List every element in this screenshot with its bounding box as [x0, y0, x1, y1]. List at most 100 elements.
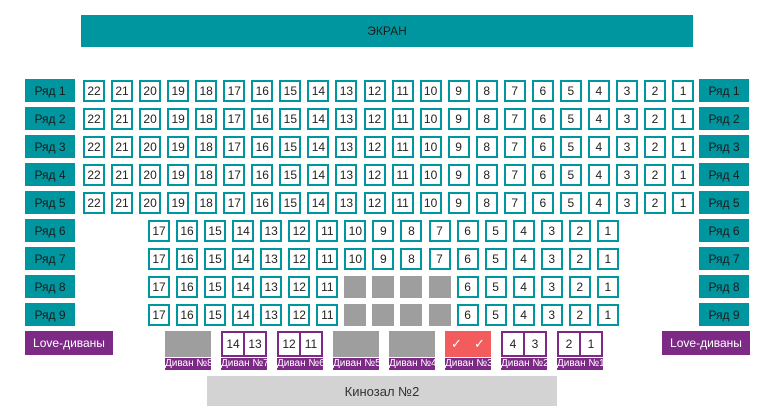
seat[interactable]: 13	[260, 220, 283, 242]
seat[interactable]: 6	[531, 136, 554, 158]
seat[interactable]: 22	[83, 192, 105, 214]
seat[interactable]: 8	[475, 164, 498, 186]
love-sofa[interactable]: 43	[501, 331, 547, 357]
seat[interactable]: 18	[195, 136, 218, 158]
seat[interactable]: 13	[335, 108, 358, 130]
seat[interactable]: 18	[195, 192, 218, 214]
seat[interactable]: 1	[672, 136, 695, 158]
seat[interactable]: 3	[615, 80, 638, 102]
seat[interactable]: 12	[363, 164, 386, 186]
seat[interactable]: 7	[503, 80, 526, 102]
seat[interactable]: 3	[615, 164, 638, 186]
seat[interactable]: 11	[391, 164, 414, 186]
seat[interactable]: 21	[111, 192, 134, 214]
seat[interactable]: 21	[111, 108, 134, 130]
seat[interactable]: 16	[251, 192, 274, 214]
seat[interactable]: 4	[512, 248, 535, 270]
seat[interactable]: 4	[587, 192, 610, 214]
love-sofa[interactable]: 12 11	[277, 331, 323, 357]
seat[interactable]: 3	[615, 136, 638, 158]
seat[interactable]: 11	[316, 276, 339, 298]
seat[interactable]: 2	[644, 136, 666, 158]
seat[interactable]: 20	[139, 164, 162, 186]
seat[interactable]: 2	[644, 164, 666, 186]
seat[interactable]: 16	[251, 80, 274, 102]
seat[interactable]: 1	[596, 276, 619, 298]
seat[interactable]: 15	[279, 80, 302, 102]
seat[interactable]: 9	[447, 192, 470, 214]
seat[interactable]: 9	[447, 136, 470, 158]
seat[interactable]: 16	[176, 220, 199, 242]
seat[interactable]: 11	[316, 248, 339, 270]
seat[interactable]: 10	[419, 164, 442, 186]
seat[interactable]: 2	[568, 304, 591, 326]
seat[interactable]: 16	[176, 276, 199, 298]
seat[interactable]: 12	[288, 276, 311, 298]
seat[interactable]: 9	[447, 80, 470, 102]
seat[interactable]: 7	[428, 220, 451, 242]
seat[interactable]: 15	[204, 220, 227, 242]
seat[interactable]: 14	[232, 276, 255, 298]
seat[interactable]: 13	[260, 248, 283, 270]
seat[interactable]: 19	[167, 80, 190, 102]
seat[interactable]: 17	[148, 276, 170, 298]
seat[interactable]: 7	[428, 248, 451, 270]
seat[interactable]: 13	[335, 136, 358, 158]
seat[interactable]: 10	[419, 80, 442, 102]
seat[interactable]: 13	[260, 304, 283, 326]
seat[interactable]: 21	[111, 136, 134, 158]
seat[interactable]: 14	[232, 304, 255, 326]
seat[interactable]: 5	[559, 164, 582, 186]
seat[interactable]: 5	[559, 192, 582, 214]
seat[interactable]: 1	[596, 304, 619, 326]
seat[interactable]: 9	[447, 108, 470, 130]
seat[interactable]: 12	[288, 248, 311, 270]
seat[interactable]: 8	[475, 136, 498, 158]
seat[interactable]: 15	[279, 164, 302, 186]
seat[interactable]: 3	[540, 304, 563, 326]
seat[interactable]: 3	[615, 108, 638, 130]
seat[interactable]: 12	[363, 192, 386, 214]
seat[interactable]: 5	[484, 304, 507, 326]
seat[interactable]: 10	[419, 108, 442, 130]
seat[interactable]: 12	[363, 108, 386, 130]
seat[interactable]: 7	[503, 164, 526, 186]
seat[interactable]: 16	[251, 164, 274, 186]
seat[interactable]: 14	[232, 220, 255, 242]
seat[interactable]: 12	[288, 304, 311, 326]
seat[interactable]: 8	[475, 108, 498, 130]
seat[interactable]: 10	[344, 248, 367, 270]
seat[interactable]: 15	[279, 108, 302, 130]
seat[interactable]: 14	[307, 108, 330, 130]
seat[interactable]: 6	[531, 108, 554, 130]
seat[interactable]: 17	[223, 136, 246, 158]
seat[interactable]: 19	[167, 164, 190, 186]
seat[interactable]: 7	[503, 108, 526, 130]
seat[interactable]: 4	[512, 276, 535, 298]
love-sofa[interactable]: ✓ ✓	[445, 331, 491, 357]
love-sofa[interactable]: 14 13	[221, 331, 267, 357]
seat[interactable]: 9	[447, 164, 470, 186]
seat[interactable]: 15	[204, 276, 227, 298]
seat[interactable]: 15	[204, 248, 227, 270]
seat[interactable]: 12	[363, 136, 386, 158]
seat[interactable]: 4	[587, 80, 610, 102]
seat[interactable]: 17	[148, 248, 170, 270]
seat[interactable]: 10	[344, 220, 367, 242]
seat[interactable]: 4	[587, 136, 610, 158]
seat[interactable]: 16	[176, 304, 199, 326]
seat[interactable]: 1	[672, 164, 695, 186]
seat[interactable]: 17	[223, 192, 246, 214]
seat[interactable]: 15	[279, 136, 302, 158]
seat[interactable]: 5	[484, 248, 507, 270]
seat[interactable]: 14	[307, 164, 330, 186]
seat[interactable]: 20	[139, 108, 162, 130]
seat[interactable]: 8	[475, 192, 498, 214]
seat[interactable]: 22	[83, 108, 105, 130]
seat[interactable]: 7	[503, 136, 526, 158]
seat[interactable]: 9	[372, 220, 395, 242]
seat[interactable]: 12	[288, 220, 311, 242]
seat[interactable]: 2	[644, 192, 666, 214]
seat[interactable]: 16	[176, 248, 199, 270]
seat[interactable]: 11	[391, 80, 414, 102]
